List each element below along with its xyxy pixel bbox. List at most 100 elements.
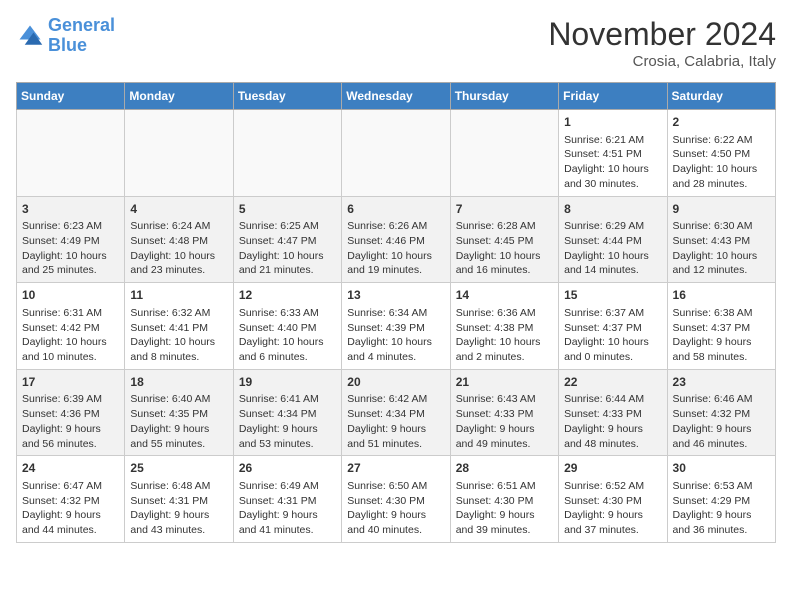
day-number: 20 — [347, 374, 444, 391]
day-info: Sunrise: 6:50 AMSunset: 4:30 PMDaylight:… — [347, 479, 444, 538]
day-info: Sunrise: 6:30 AMSunset: 4:43 PMDaylight:… — [673, 219, 770, 278]
calendar-cell: 23Sunrise: 6:46 AMSunset: 4:32 PMDayligh… — [667, 369, 775, 456]
day-number: 18 — [130, 374, 227, 391]
day-info: Sunrise: 6:33 AMSunset: 4:40 PMDaylight:… — [239, 306, 336, 365]
title-block: November 2024 Crosia, Calabria, Italy — [548, 16, 776, 70]
calendar-cell: 12 Sunrise: 6:33 AMSunset: 4:40 PMDayligh… — [233, 283, 341, 370]
calendar-cell: 27 Sunrise: 6:50 AMSunset: 4:30 PMDayligh… — [342, 456, 450, 543]
calendar-cell: 6Sunrise: 6:26 AMSunset: 4:46 PMDaylight… — [342, 196, 450, 283]
day-number: 26 — [239, 460, 336, 477]
day-number: 21 — [456, 374, 553, 391]
calendar-week-5: 24Sunrise: 6:47 AMSunset: 4:32 PMDayligh… — [17, 456, 776, 543]
day-info: Sunrise: 6:41 AMSunset: 4:34 PMDaylight:… — [239, 392, 336, 451]
calendar-body: 1Sunrise: 6:21 AMSunset: 4:51 PMDaylight… — [17, 110, 776, 543]
day-info: Sunrise: 6:23 AMSunset: 4:49 PMDaylight:… — [22, 219, 119, 278]
calendar-cell — [17, 110, 125, 197]
day-number: 3 — [22, 201, 119, 218]
calendar-cell — [233, 110, 341, 197]
calendar-header-row: SundayMondayTuesdayWednesdayThursdayFrid… — [17, 83, 776, 110]
day-number: 30 — [673, 460, 770, 477]
day-info: Sunrise: 6:22 AMSunset: 4:50 PMDaylight:… — [673, 133, 770, 192]
day-info: Sunrise: 6:31 AMSunset: 4:42 PMDaylight:… — [22, 306, 119, 365]
calendar-cell: 30 Sunrise: 6:53 AMSunset: 4:29 PMDayligh… — [667, 456, 775, 543]
day-number: 13 — [347, 287, 444, 304]
calendar-cell: 14 Sunrise: 6:36 AMSunset: 4:38 PMDayligh… — [450, 283, 558, 370]
calendar-cell: 9Sunrise: 6:30 AMSunset: 4:43 PMDaylight… — [667, 196, 775, 283]
day-number: 10 — [22, 287, 119, 304]
logo: General Blue — [16, 16, 115, 56]
weekday-header-saturday: Saturday — [667, 83, 775, 110]
calendar-cell: 8Sunrise: 6:29 AMSunset: 4:44 PMDaylight… — [559, 196, 667, 283]
day-number: 28 — [456, 460, 553, 477]
day-number: 8 — [564, 201, 661, 218]
calendar-cell: 21Sunrise: 6:43 AMSunset: 4:33 PMDayligh… — [450, 369, 558, 456]
day-number: 19 — [239, 374, 336, 391]
day-info: Sunrise: 6:42 AMSunset: 4:34 PMDaylight:… — [347, 392, 444, 451]
day-info: Sunrise: 6:53 AMSunset: 4:29 PMDaylight:… — [673, 479, 770, 538]
logo-text-general: General — [48, 15, 115, 35]
calendar-cell: 15Sunrise: 6:37 AMSunset: 4:37 PMDayligh… — [559, 283, 667, 370]
day-number: 23 — [673, 374, 770, 391]
calendar-cell: 26 Sunrise: 6:49 AMSunset: 4:31 PMDayligh… — [233, 456, 341, 543]
day-info: Sunrise: 6:47 AMSunset: 4:32 PMDaylight:… — [22, 479, 119, 538]
day-number: 25 — [130, 460, 227, 477]
calendar-cell: 25Sunrise: 6:48 AMSunset: 4:31 PMDayligh… — [125, 456, 233, 543]
calendar-cell: 13 Sunrise: 6:34 AMSunset: 4:39 PMDayligh… — [342, 283, 450, 370]
calendar-cell: 3Sunrise: 6:23 AMSunset: 4:49 PMDaylight… — [17, 196, 125, 283]
calendar-table: SundayMondayTuesdayWednesdayThursdayFrid… — [16, 82, 776, 543]
day-info: Sunrise: 6:25 AMSunset: 4:47 PMDaylight:… — [239, 219, 336, 278]
day-number: 29 — [564, 460, 661, 477]
day-info: Sunrise: 6:26 AMSunset: 4:46 PMDaylight:… — [347, 219, 444, 278]
day-number: 22 — [564, 374, 661, 391]
location: Crosia, Calabria, Italy — [548, 53, 776, 70]
weekday-header-friday: Friday — [559, 83, 667, 110]
calendar-cell: 20Sunrise: 6:42 AMSunset: 4:34 PMDayligh… — [342, 369, 450, 456]
weekday-header-monday: Monday — [125, 83, 233, 110]
calendar-cell — [450, 110, 558, 197]
calendar-cell: 16Sunrise: 6:38 AMSunset: 4:37 PMDayligh… — [667, 283, 775, 370]
logo-icon — [16, 22, 44, 50]
day-number: 15 — [564, 287, 661, 304]
weekday-header-thursday: Thursday — [450, 83, 558, 110]
day-info: Sunrise: 6:38 AMSunset: 4:37 PMDaylight:… — [673, 306, 770, 365]
day-number: 7 — [456, 201, 553, 218]
calendar-cell — [342, 110, 450, 197]
weekday-header-sunday: Sunday — [17, 83, 125, 110]
day-number: 14 — [456, 287, 553, 304]
logo-text-blue: Blue — [48, 35, 87, 55]
day-info: Sunrise: 6:29 AMSunset: 4:44 PMDaylight:… — [564, 219, 661, 278]
day-info: Sunrise: 6:52 AMSunset: 4:30 PMDaylight:… — [564, 479, 661, 538]
day-info: Sunrise: 6:28 AMSunset: 4:45 PMDaylight:… — [456, 219, 553, 278]
weekday-header-wednesday: Wednesday — [342, 83, 450, 110]
calendar-cell: 22Sunrise: 6:44 AMSunset: 4:33 PMDayligh… — [559, 369, 667, 456]
day-number: 4 — [130, 201, 227, 218]
calendar-cell: 24Sunrise: 6:47 AMSunset: 4:32 PMDayligh… — [17, 456, 125, 543]
day-info: Sunrise: 6:36 AMSunset: 4:38 PMDaylight:… — [456, 306, 553, 365]
day-number: 11 — [130, 287, 227, 304]
calendar-cell: 4Sunrise: 6:24 AMSunset: 4:48 PMDaylight… — [125, 196, 233, 283]
day-number: 9 — [673, 201, 770, 218]
day-info: Sunrise: 6:44 AMSunset: 4:33 PMDaylight:… — [564, 392, 661, 451]
calendar-cell: 1Sunrise: 6:21 AMSunset: 4:51 PMDaylight… — [559, 110, 667, 197]
day-number: 12 — [239, 287, 336, 304]
day-info: Sunrise: 6:24 AMSunset: 4:48 PMDaylight:… — [130, 219, 227, 278]
calendar-cell: 19Sunrise: 6:41 AMSunset: 4:34 PMDayligh… — [233, 369, 341, 456]
calendar-cell: 7Sunrise: 6:28 AMSunset: 4:45 PMDaylight… — [450, 196, 558, 283]
weekday-header-tuesday: Tuesday — [233, 83, 341, 110]
calendar-cell: 18Sunrise: 6:40 AMSunset: 4:35 PMDayligh… — [125, 369, 233, 456]
day-info: Sunrise: 6:32 AMSunset: 4:41 PMDaylight:… — [130, 306, 227, 365]
day-info: Sunrise: 6:39 AMSunset: 4:36 PMDaylight:… — [22, 392, 119, 451]
day-info: Sunrise: 6:49 AMSunset: 4:31 PMDaylight:… — [239, 479, 336, 538]
calendar-cell: 10 Sunrise: 6:31 AMSunset: 4:42 PMDayligh… — [17, 283, 125, 370]
calendar-cell: 17Sunrise: 6:39 AMSunset: 4:36 PMDayligh… — [17, 369, 125, 456]
day-number: 27 — [347, 460, 444, 477]
calendar-cell — [125, 110, 233, 197]
day-number: 1 — [564, 114, 661, 131]
day-number: 2 — [673, 114, 770, 131]
day-info: Sunrise: 6:34 AMSunset: 4:39 PMDaylight:… — [347, 306, 444, 365]
day-info: Sunrise: 6:40 AMSunset: 4:35 PMDaylight:… — [130, 392, 227, 451]
calendar-cell: 11 Sunrise: 6:32 AMSunset: 4:41 PMDayligh… — [125, 283, 233, 370]
day-number: 6 — [347, 201, 444, 218]
calendar-cell: 28Sunrise: 6:51 AMSunset: 4:30 PMDayligh… — [450, 456, 558, 543]
page-header: General Blue November 2024 Crosia, Calab… — [16, 16, 776, 70]
